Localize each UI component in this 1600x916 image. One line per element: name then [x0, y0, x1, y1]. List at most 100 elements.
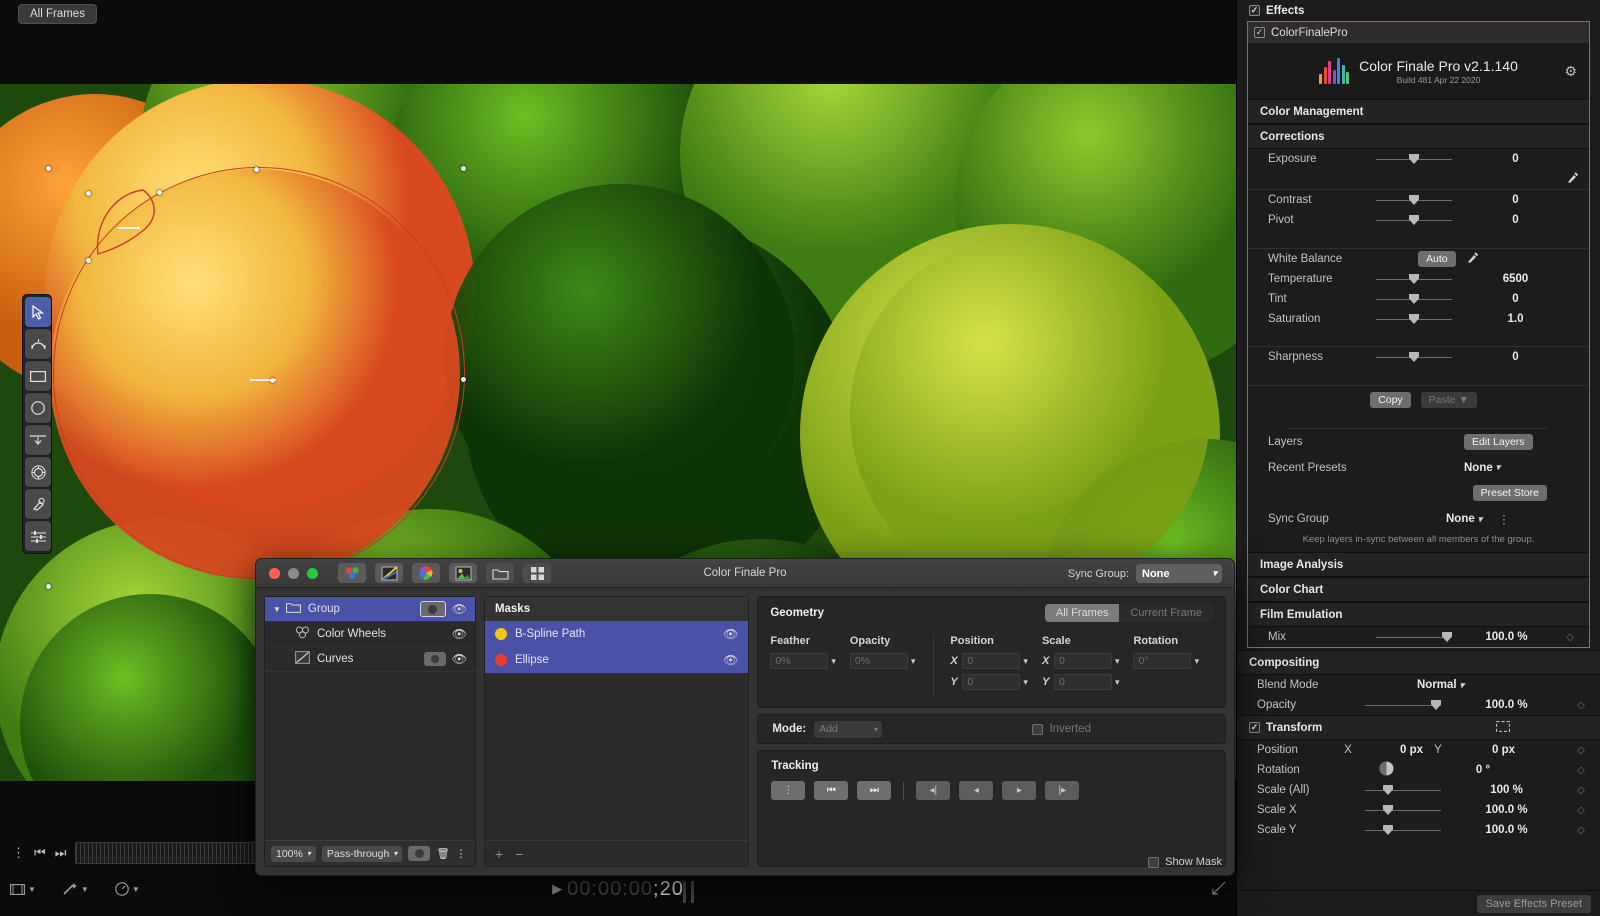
- param-blend-mode[interactable]: Blend Mode Normal ▾: [1237, 675, 1600, 695]
- saturation-slider[interactable]: [1376, 313, 1452, 325]
- geometry-frame-segmented-control[interactable]: All Frames Current Frame: [1044, 604, 1213, 622]
- stepper-icon[interactable]: ▾: [1115, 656, 1120, 665]
- colorfinalepro-checkbox[interactable]: ✓: [1254, 27, 1265, 38]
- section-corrections[interactable]: Corrections: [1248, 124, 1589, 149]
- preset-store-button[interactable]: Preset Store: [1472, 485, 1547, 501]
- recent-presets-dropdown[interactable]: None ▾: [1464, 462, 1500, 474]
- mode-select[interactable]: Add ▾: [814, 720, 883, 738]
- masks-footer[interactable]: + −: [484, 840, 749, 866]
- section-transform[interactable]: ✓ Transform: [1237, 715, 1600, 740]
- tracking-buttons[interactable]: ⋮ ⏮ ⏭ ◂| ◂ ▸ |▸: [771, 781, 1212, 800]
- param-exposure[interactable]: Exposure 0: [1248, 149, 1589, 169]
- copy-button[interactable]: Copy: [1370, 392, 1411, 408]
- bspline-pen-tool[interactable]: [25, 329, 51, 359]
- add-mask-icon[interactable]: [408, 846, 431, 861]
- layer-visibility-icon[interactable]: 👁: [452, 602, 467, 616]
- layer-mask-thumbnail[interactable]: [419, 601, 446, 617]
- white-balance-row[interactable]: White Balance Auto: [1248, 249, 1589, 269]
- show-mask-row[interactable]: Show Mask: [1148, 856, 1222, 868]
- gradient-mask-tool[interactable]: [25, 425, 51, 455]
- blend-mode-dropdown[interactable]: Normal ▾: [1417, 679, 1464, 691]
- layer-visibility-icon[interactable]: 👁: [452, 652, 467, 666]
- copy-paste-row[interactable]: Copy Paste ▼: [1248, 386, 1589, 414]
- fullscreen-icon[interactable]: [1212, 881, 1226, 898]
- play-icon[interactable]: ▶: [552, 881, 563, 896]
- add-mask-icon[interactable]: +: [495, 846, 503, 862]
- sync-group-options-icon[interactable]: ⋮: [1498, 512, 1510, 526]
- param-pivot[interactable]: Pivot 0: [1248, 210, 1589, 230]
- remove-mask-icon[interactable]: −: [515, 846, 523, 862]
- timecode-display[interactable]: ▶ 00:00:00;20: [0, 878, 1236, 901]
- color-finale-pro-window[interactable]: Color Finale Pro Sync Group: None ▾ ▼ Gr…: [255, 558, 1235, 876]
- scale-x-slider[interactable]: [1365, 804, 1441, 816]
- layer-mask-thumbnail[interactable]: [423, 652, 446, 666]
- track-step-backward-icon[interactable]: ◂|: [916, 781, 951, 800]
- save-effects-preset-button[interactable]: Save Effects Preset: [1476, 894, 1591, 913]
- stepper-icon[interactable]: ▾: [1194, 656, 1199, 665]
- param-rotation[interactable]: Rotation 0 ° ◇: [1237, 760, 1600, 780]
- tint-slider[interactable]: [1376, 293, 1452, 305]
- exposure-eyedropper-row[interactable]: [1248, 169, 1589, 189]
- window-sync-group[interactable]: Sync Group: None ▾: [1068, 564, 1222, 583]
- mask-tool-strip[interactable]: [22, 294, 52, 554]
- go-to-end-icon[interactable]: ⏭: [55, 845, 67, 861]
- sync-group-row[interactable]: Sync Group None ▾ ⋮: [1248, 506, 1589, 532]
- layers-list[interactable]: ▼ Group 👁 Color Wheels 👁 Curves 👁: [265, 597, 475, 840]
- zoom-select[interactable]: 100% ▾: [271, 845, 316, 862]
- scale-y-input[interactable]: 0: [1053, 674, 1112, 690]
- select-tool[interactable]: [25, 297, 51, 327]
- section-compositing[interactable]: Compositing: [1237, 650, 1600, 675]
- keyframe-icon[interactable]: ◇: [1572, 805, 1590, 816]
- rotation-dial[interactable]: [1379, 761, 1394, 779]
- param-contrast[interactable]: Contrast 0: [1248, 190, 1589, 210]
- ellipse-mask-tool[interactable]: [25, 393, 51, 423]
- rotation-input[interactable]: 0°: [1133, 653, 1192, 669]
- position-y-input[interactable]: 0: [962, 674, 1021, 690]
- colorfinalepro-header[interactable]: ✓ ColorFinalePro: [1248, 22, 1589, 43]
- param-mix[interactable]: Mix 100.0 % ◇: [1248, 627, 1589, 647]
- effects-checkbox[interactable]: ✓: [1249, 5, 1260, 16]
- param-saturation[interactable]: Saturation 1.0: [1248, 309, 1589, 329]
- mix-slider[interactable]: [1376, 631, 1452, 643]
- keyframe-icon[interactable]: ◇: [1572, 765, 1590, 776]
- track-to-start-icon[interactable]: ⏮: [814, 781, 849, 800]
- layers-row[interactable]: Layers Edit Layers: [1248, 429, 1589, 455]
- layers-footer[interactable]: 100% ▾ Pass-through ▾ 🗑 ⋮: [265, 840, 475, 866]
- inverted-checkbox[interactable]: [1032, 723, 1044, 735]
- param-scale-all[interactable]: Scale (All) 100 % ◇: [1237, 780, 1600, 800]
- stepper-icon[interactable]: ▾: [1023, 677, 1028, 686]
- keyframe-icon[interactable]: ◇: [1572, 700, 1590, 711]
- sync-group-select[interactable]: None ▾: [1136, 564, 1222, 583]
- sync-group-dropdown[interactable]: None ▾: [1446, 513, 1482, 525]
- sharpness-slider[interactable]: [1376, 351, 1452, 363]
- stepper-icon[interactable]: ▾: [1115, 677, 1120, 686]
- feather-input[interactable]: 0%: [770, 653, 829, 669]
- seg-all-frames[interactable]: All Frames: [1044, 604, 1120, 622]
- scale-all-slider[interactable]: [1365, 784, 1441, 796]
- adjust-sliders-tool[interactable]: [25, 521, 51, 551]
- layer-visibility-icon[interactable]: 👁: [452, 627, 467, 641]
- temperature-slider[interactable]: [1376, 273, 1452, 285]
- all-frames-button[interactable]: All Frames: [18, 4, 97, 24]
- seg-current-frame[interactable]: Current Frame: [1119, 604, 1213, 622]
- keyframe-icon[interactable]: ◇: [1572, 785, 1590, 796]
- position-x-input[interactable]: 0: [962, 653, 1021, 669]
- show-mask-checkbox[interactable]: [1148, 856, 1160, 868]
- stepper-icon[interactable]: ▾: [1023, 656, 1028, 665]
- window-titlebar[interactable]: Color Finale Pro Sync Group: None ▾: [256, 559, 1234, 588]
- edit-layers-button[interactable]: Edit Layers: [1464, 434, 1533, 450]
- blend-mode-select[interactable]: Pass-through ▾: [321, 845, 403, 862]
- position-y-value[interactable]: 0 px: [1453, 744, 1515, 756]
- layers-panel[interactable]: ▼ Group 👁 Color Wheels 👁 Curves 👁 100% ▾…: [264, 596, 476, 867]
- param-sharpness[interactable]: Sharpness 0: [1248, 347, 1589, 367]
- scale-x-input[interactable]: 0: [1053, 653, 1112, 669]
- opacity-input[interactable]: 0%: [849, 653, 908, 669]
- transform-onscreen-controls-icon[interactable]: [1496, 720, 1510, 735]
- track-backward-icon[interactable]: ◂: [959, 781, 994, 800]
- exposure-slider[interactable]: [1376, 153, 1452, 165]
- paste-button[interactable]: Paste ▼: [1420, 392, 1477, 408]
- color-mask-tool[interactable]: [25, 457, 51, 487]
- inverted-checkbox-row[interactable]: Inverted: [1032, 723, 1091, 735]
- stepper-icon[interactable]: ▾: [831, 656, 836, 665]
- mask-row-bspline-path[interactable]: B-Spline Path 👁: [484, 621, 749, 647]
